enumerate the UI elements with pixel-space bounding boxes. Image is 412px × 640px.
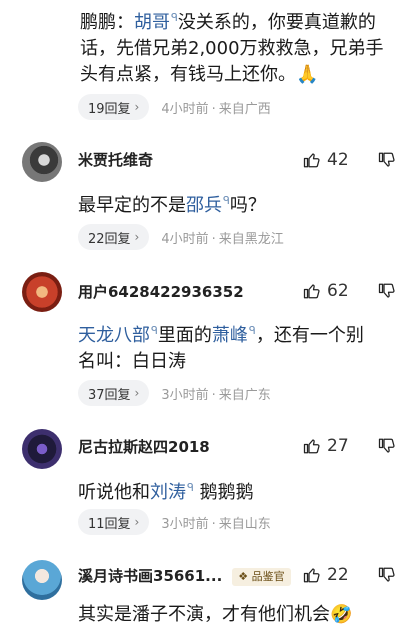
like-button[interactable]: 22: [303, 565, 349, 585]
thumb-up-icon: [303, 568, 320, 583]
comment-text: 最早定的不是邵兵ᑫ吗？: [78, 194, 266, 216]
topic-link[interactable]: 萧峰ᑫ: [212, 324, 256, 346]
comment-meta: 11回复 › 3小时前 · 来自山东: [78, 509, 271, 535]
badge: ❖ 品鉴官: [232, 567, 291, 586]
dislike-button[interactable]: [378, 282, 396, 304]
thumb-down-icon: [378, 283, 395, 298]
username[interactable]: 米贾托维奇: [78, 150, 153, 170]
replies-button[interactable]: 11回复 ›: [78, 509, 150, 535]
username[interactable]: 溪月诗书画35661... ❖ 品鉴官: [78, 566, 291, 586]
comment-text: 听说他和刘涛ᑫ 鹅鹅鹅: [78, 481, 254, 503]
replies-button[interactable]: 37回复 ›: [78, 380, 150, 406]
search-icon: ᑫ: [171, 11, 178, 24]
thumb-up-icon: [303, 284, 320, 299]
username[interactable]: 尼古拉斯赵四2018: [78, 437, 210, 457]
avatar[interactable]: [22, 560, 62, 600]
comment-meta: 37回复 › 3小时前 · 来自广东: [78, 380, 271, 406]
emoji-pray: 🙏: [296, 64, 319, 85]
comment-meta: 22回复 › 4小时前 · 来自黑龙江: [78, 224, 284, 250]
avatar[interactable]: [22, 142, 62, 182]
search-icon: ᑫ: [187, 481, 194, 494]
replies-button[interactable]: 22回复 ›: [78, 224, 150, 250]
comment-text: 天龙八部ᑫ里面的萧峰ᑫ，还有一个别 名叫：白日涛: [78, 324, 364, 372]
search-icon: ᑫ: [151, 324, 158, 337]
like-button[interactable]: 62: [303, 281, 349, 301]
avatar[interactable]: [22, 429, 62, 469]
username[interactable]: 用户6428422936352: [78, 282, 244, 302]
thumb-down-icon: [378, 567, 395, 582]
avatar[interactable]: [22, 272, 62, 312]
like-button[interactable]: 42: [303, 150, 349, 170]
comment-meta: 19回复 › 4小时前 · 来自广西: [78, 94, 271, 120]
topic-link[interactable]: 邵兵ᑫ: [186, 194, 230, 216]
topic-link[interactable]: 天龙八部ᑫ: [78, 324, 158, 346]
thumb-up-icon: [303, 439, 320, 454]
dislike-button[interactable]: [378, 566, 396, 588]
replies-button[interactable]: 19回复 ›: [78, 94, 150, 120]
topic-link[interactable]: 胡哥ᑫ: [134, 11, 178, 33]
comment-text: 其实是潘子不演，才有他们机会🤣: [78, 604, 353, 625]
chevron-right-icon: ›: [134, 230, 140, 244]
search-icon: ᑫ: [248, 324, 256, 337]
emoji-laughing: 🤣: [330, 604, 353, 625]
comment-text: 鹏鹏：胡哥ᑫ没关系的，你要真道歉的 话，先借兄弟2,000万救救急，兄弟手 头有…: [80, 11, 384, 85]
chevron-right-icon: ›: [134, 386, 140, 400]
thumb-down-icon: [378, 152, 395, 167]
thumb-up-icon: [303, 153, 320, 168]
badge-icon: ❖: [238, 569, 252, 583]
search-icon: ᑫ: [223, 194, 230, 207]
thumb-down-icon: [378, 438, 395, 453]
chevron-right-icon: ›: [134, 100, 140, 114]
dislike-button[interactable]: [378, 151, 396, 173]
topic-link[interactable]: 刘涛ᑫ: [150, 481, 194, 503]
chevron-right-icon: ›: [134, 515, 140, 529]
like-button[interactable]: 27: [303, 436, 349, 456]
dislike-button[interactable]: [378, 437, 396, 459]
